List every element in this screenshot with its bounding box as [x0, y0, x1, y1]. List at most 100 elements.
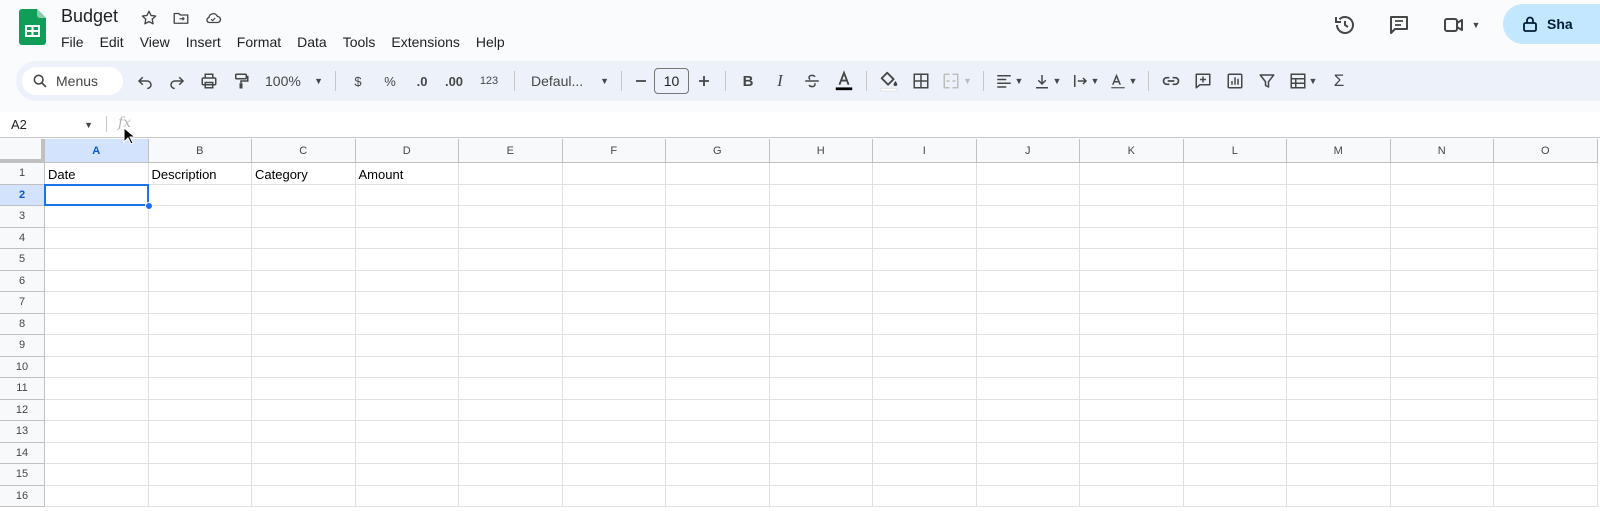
row-header-8[interactable]: 8: [0, 313, 45, 335]
cell-k15[interactable]: [1080, 464, 1184, 486]
increase-decimals-button[interactable]: .00: [438, 67, 470, 95]
cell-m6[interactable]: [1287, 270, 1391, 292]
cell-b7[interactable]: [148, 292, 252, 314]
share-button[interactable]: Sha: [1503, 4, 1600, 44]
cell-f11[interactable]: [562, 378, 666, 400]
cell-a12[interactable]: [45, 399, 149, 421]
cell-k9[interactable]: [1080, 335, 1184, 357]
cell-o15[interactable]: [1494, 464, 1598, 486]
column-header-j[interactable]: J: [976, 139, 1080, 163]
cell-o9[interactable]: [1494, 335, 1598, 357]
cell-j5[interactable]: [976, 249, 1080, 271]
cell-n12[interactable]: [1390, 399, 1494, 421]
borders-icon[interactable]: [905, 67, 937, 95]
fill-handle[interactable]: [144, 202, 153, 210]
cell-l1[interactable]: [1183, 163, 1287, 185]
cell-c13[interactable]: [252, 421, 356, 443]
cell-k16[interactable]: [1080, 485, 1184, 507]
menu-help[interactable]: Help: [468, 31, 513, 53]
comment-icon[interactable]: [1187, 67, 1219, 95]
cell-b9[interactable]: [148, 335, 252, 357]
cell-k13[interactable]: [1080, 421, 1184, 443]
cell-k3[interactable]: [1080, 206, 1184, 228]
row-header-4[interactable]: 4: [0, 227, 45, 249]
select-all-corner[interactable]: [0, 139, 45, 163]
search-menus-button[interactable]: Menus: [22, 67, 123, 95]
cell-l3[interactable]: [1183, 206, 1287, 228]
cell-e6[interactable]: [459, 270, 563, 292]
cell-d9[interactable]: [355, 335, 459, 357]
cell-b6[interactable]: [148, 270, 252, 292]
cell-k7[interactable]: [1080, 292, 1184, 314]
cell-i1[interactable]: [873, 163, 977, 185]
increase-font-size-icon[interactable]: [689, 67, 719, 95]
cell-c1[interactable]: Category: [252, 163, 356, 185]
paint-format-icon[interactable]: [225, 67, 257, 95]
cell-j1[interactable]: [976, 163, 1080, 185]
cell-e14[interactable]: [459, 442, 563, 464]
cell-j7[interactable]: [976, 292, 1080, 314]
font-family-select[interactable]: Defaul... ▼: [521, 67, 615, 95]
cell-l12[interactable]: [1183, 399, 1287, 421]
cell-d7[interactable]: [355, 292, 459, 314]
zoom-select[interactable]: 100% ▼: [257, 67, 329, 95]
cell-g11[interactable]: [666, 378, 770, 400]
cell-n2[interactable]: [1390, 184, 1494, 206]
cell-h11[interactable]: [769, 378, 873, 400]
cell-d6[interactable]: [355, 270, 459, 292]
cell-n1[interactable]: [1390, 163, 1494, 185]
cell-a13[interactable]: [45, 421, 149, 443]
cell-h6[interactable]: [769, 270, 873, 292]
row-header-15[interactable]: 15: [0, 464, 45, 486]
name-box[interactable]: A2 ▼: [0, 112, 101, 137]
cell-b14[interactable]: [148, 442, 252, 464]
star-icon[interactable]: [138, 8, 160, 28]
cell-m12[interactable]: [1287, 399, 1391, 421]
move-folder-icon[interactable]: [170, 8, 192, 28]
cell-g6[interactable]: [666, 270, 770, 292]
cell-a2[interactable]: [45, 184, 149, 206]
cell-j12[interactable]: [976, 399, 1080, 421]
cell-c6[interactable]: [252, 270, 356, 292]
cell-i14[interactable]: [873, 442, 977, 464]
cell-i2[interactable]: [873, 184, 977, 206]
cell-b16[interactable]: [148, 485, 252, 507]
cell-j3[interactable]: [976, 206, 1080, 228]
column-header-b[interactable]: B: [148, 139, 252, 163]
vertical-align-icon[interactable]: ▼: [1028, 67, 1066, 95]
cell-m9[interactable]: [1287, 335, 1391, 357]
cell-b1[interactable]: Description: [148, 163, 252, 185]
column-header-l[interactable]: L: [1183, 139, 1287, 163]
cell-c2[interactable]: [252, 184, 356, 206]
cell-n9[interactable]: [1390, 335, 1494, 357]
cell-b10[interactable]: [148, 356, 252, 378]
cell-d15[interactable]: [355, 464, 459, 486]
cell-o6[interactable]: [1494, 270, 1598, 292]
cell-d16[interactable]: [355, 485, 459, 507]
cell-n15[interactable]: [1390, 464, 1494, 486]
cell-e15[interactable]: [459, 464, 563, 486]
filter-views-icon[interactable]: ▼: [1283, 67, 1323, 95]
sheets-logo-icon[interactable]: [19, 9, 46, 45]
cell-o12[interactable]: [1494, 399, 1598, 421]
cell-c3[interactable]: [252, 206, 356, 228]
cell-o2[interactable]: [1494, 184, 1598, 206]
cell-c9[interactable]: [252, 335, 356, 357]
row-header-11[interactable]: 11: [0, 378, 45, 400]
column-header-f[interactable]: F: [562, 139, 666, 163]
cell-c7[interactable]: [252, 292, 356, 314]
cell-f10[interactable]: [562, 356, 666, 378]
cell-f8[interactable]: [562, 313, 666, 335]
cell-c14[interactable]: [252, 442, 356, 464]
cell-h4[interactable]: [769, 227, 873, 249]
cell-h14[interactable]: [769, 442, 873, 464]
cell-c16[interactable]: [252, 485, 356, 507]
cell-h7[interactable]: [769, 292, 873, 314]
column-header-c[interactable]: C: [252, 139, 356, 163]
cell-j15[interactable]: [976, 464, 1080, 486]
column-header-e[interactable]: E: [459, 139, 563, 163]
cell-j8[interactable]: [976, 313, 1080, 335]
cell-b15[interactable]: [148, 464, 252, 486]
cell-m3[interactable]: [1287, 206, 1391, 228]
cell-a10[interactable]: [45, 356, 149, 378]
